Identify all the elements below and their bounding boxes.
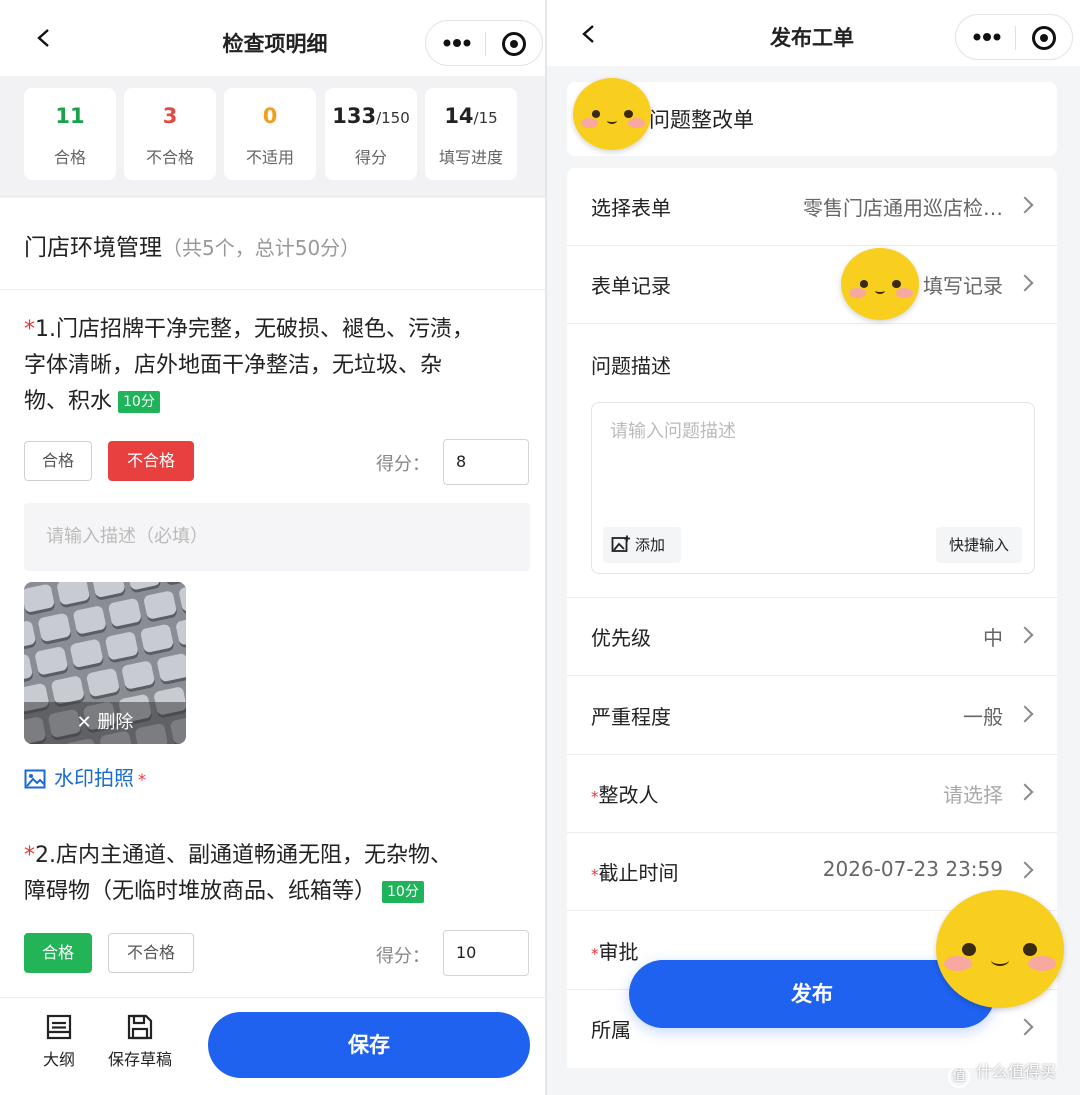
mini-program-capsule bbox=[955, 14, 1073, 60]
chevron-right-icon bbox=[1016, 783, 1034, 801]
section-title: 门店环境管理（共5个，总计50分） bbox=[24, 235, 361, 261]
form-select-row[interactable]: 选择表单 零售门店通用巡店检… bbox=[567, 168, 1057, 246]
quick-input-button[interactable]: 快捷输入 bbox=[936, 527, 1022, 563]
close-miniprogram-icon[interactable] bbox=[1032, 26, 1056, 50]
stat-card: 14/15 填写进度 bbox=[425, 88, 517, 180]
chevron-right-icon bbox=[1016, 196, 1034, 214]
inspection-detail-screen: 检查项明细 11 合格 3 不合格 0 不适用 133/150 得分 14/15 填写进度 门店环… bbox=[0, 0, 545, 1095]
stat-card: 3 不合格 bbox=[124, 88, 216, 180]
fail-button[interactable]: 不合格 bbox=[108, 933, 194, 973]
floppy-disk-icon bbox=[127, 1014, 153, 1040]
stat-label: 不合格 bbox=[145, 148, 194, 167]
score-input[interactable]: 8 bbox=[443, 439, 529, 485]
priority-row[interactable]: 优先级 中 bbox=[567, 598, 1057, 676]
add-image-icon bbox=[611, 535, 630, 552]
stat-label: 不适用 bbox=[245, 148, 294, 167]
stat-value: 0 bbox=[262, 104, 278, 128]
close-miniprogram-icon[interactable] bbox=[502, 32, 526, 56]
score-input[interactable]: 10 bbox=[443, 930, 529, 976]
page-title: 发布工单 bbox=[770, 26, 854, 50]
issue-label: 问题描述 bbox=[591, 354, 671, 378]
site-watermark-logo: 值什么值得买 bbox=[948, 1058, 1056, 1088]
photo-thumbnail[interactable]: ✕ 删除 bbox=[24, 582, 186, 744]
chevron-right-icon bbox=[1016, 274, 1034, 292]
fail-button[interactable]: 不合格 bbox=[108, 441, 194, 481]
smiley-sticker bbox=[841, 248, 919, 320]
stat-card: 11 合格 bbox=[24, 88, 116, 180]
description-input[interactable]: 请输入描述（必填） bbox=[24, 503, 530, 571]
page-title: 检查项明细 bbox=[222, 32, 328, 56]
more-icon[interactable] bbox=[442, 34, 472, 52]
chevron-right-icon bbox=[1016, 861, 1034, 879]
mini-program-capsule bbox=[425, 20, 543, 66]
chevron-right-icon bbox=[1016, 1018, 1034, 1036]
pass-button[interactable]: 合格 bbox=[24, 933, 92, 973]
stat-card: 133/150 得分 bbox=[325, 88, 417, 180]
smiley-sticker bbox=[573, 78, 651, 150]
form-record-row[interactable]: 表单记录 填写记录 bbox=[567, 246, 1057, 324]
stat-value: 11 bbox=[55, 104, 85, 128]
outline-button[interactable]: 大纲 bbox=[38, 1014, 80, 1070]
score-label: 得分： bbox=[376, 454, 430, 475]
stat-value: 133/150 bbox=[332, 104, 410, 128]
score-label: 得分： bbox=[376, 946, 430, 967]
save-button[interactable]: 保存 bbox=[208, 1012, 530, 1078]
stat-value: 3 bbox=[162, 104, 178, 128]
back-arrow-icon[interactable] bbox=[579, 24, 599, 44]
watermark-photo-link[interactable]: 水印拍照 * bbox=[24, 762, 146, 791]
add-attachment-button[interactable]: 添加 bbox=[603, 527, 681, 563]
save-draft-button[interactable]: 保存草稿 bbox=[104, 1014, 176, 1070]
check-item-2: *2.店内主通道、副通道畅通无阻，无杂物、 障碍物（无临时堆放商品、纸箱等） 10… bbox=[24, 843, 452, 904]
stat-label: 合格 bbox=[53, 148, 86, 167]
points-badge: 10分 bbox=[382, 881, 424, 903]
points-badge: 10分 bbox=[118, 391, 160, 413]
image-icon bbox=[24, 769, 46, 789]
stat-card: 0 不适用 bbox=[224, 88, 316, 180]
assignee-row[interactable]: *整改人 请选择 bbox=[567, 755, 1057, 833]
pass-button[interactable]: 合格 bbox=[24, 441, 92, 481]
outline-icon bbox=[46, 1014, 72, 1040]
smiley-sticker bbox=[936, 890, 1064, 1008]
more-icon[interactable] bbox=[972, 28, 1002, 46]
stat-label: 得分 bbox=[354, 148, 387, 167]
ticket-title: 问题整改单 bbox=[649, 108, 754, 132]
chevron-right-icon bbox=[1016, 626, 1034, 644]
delete-photo-button[interactable]: ✕ 删除 bbox=[24, 702, 186, 744]
check-item-1: *1.门店招牌干净完整，无破损、褪色、污渍， 字体清晰，店外地面干净整洁，无垃圾… bbox=[24, 317, 474, 414]
nav-bar: 发布工单 bbox=[547, 0, 1080, 66]
stat-value: 14/15 bbox=[444, 104, 498, 128]
stat-label: 填写进度 bbox=[438, 148, 503, 167]
chevron-right-icon bbox=[1016, 705, 1034, 723]
back-arrow-icon[interactable] bbox=[34, 28, 54, 48]
severity-row[interactable]: 严重程度 一般 bbox=[567, 677, 1057, 755]
nav-bar: 检查项明细 bbox=[0, 0, 545, 76]
